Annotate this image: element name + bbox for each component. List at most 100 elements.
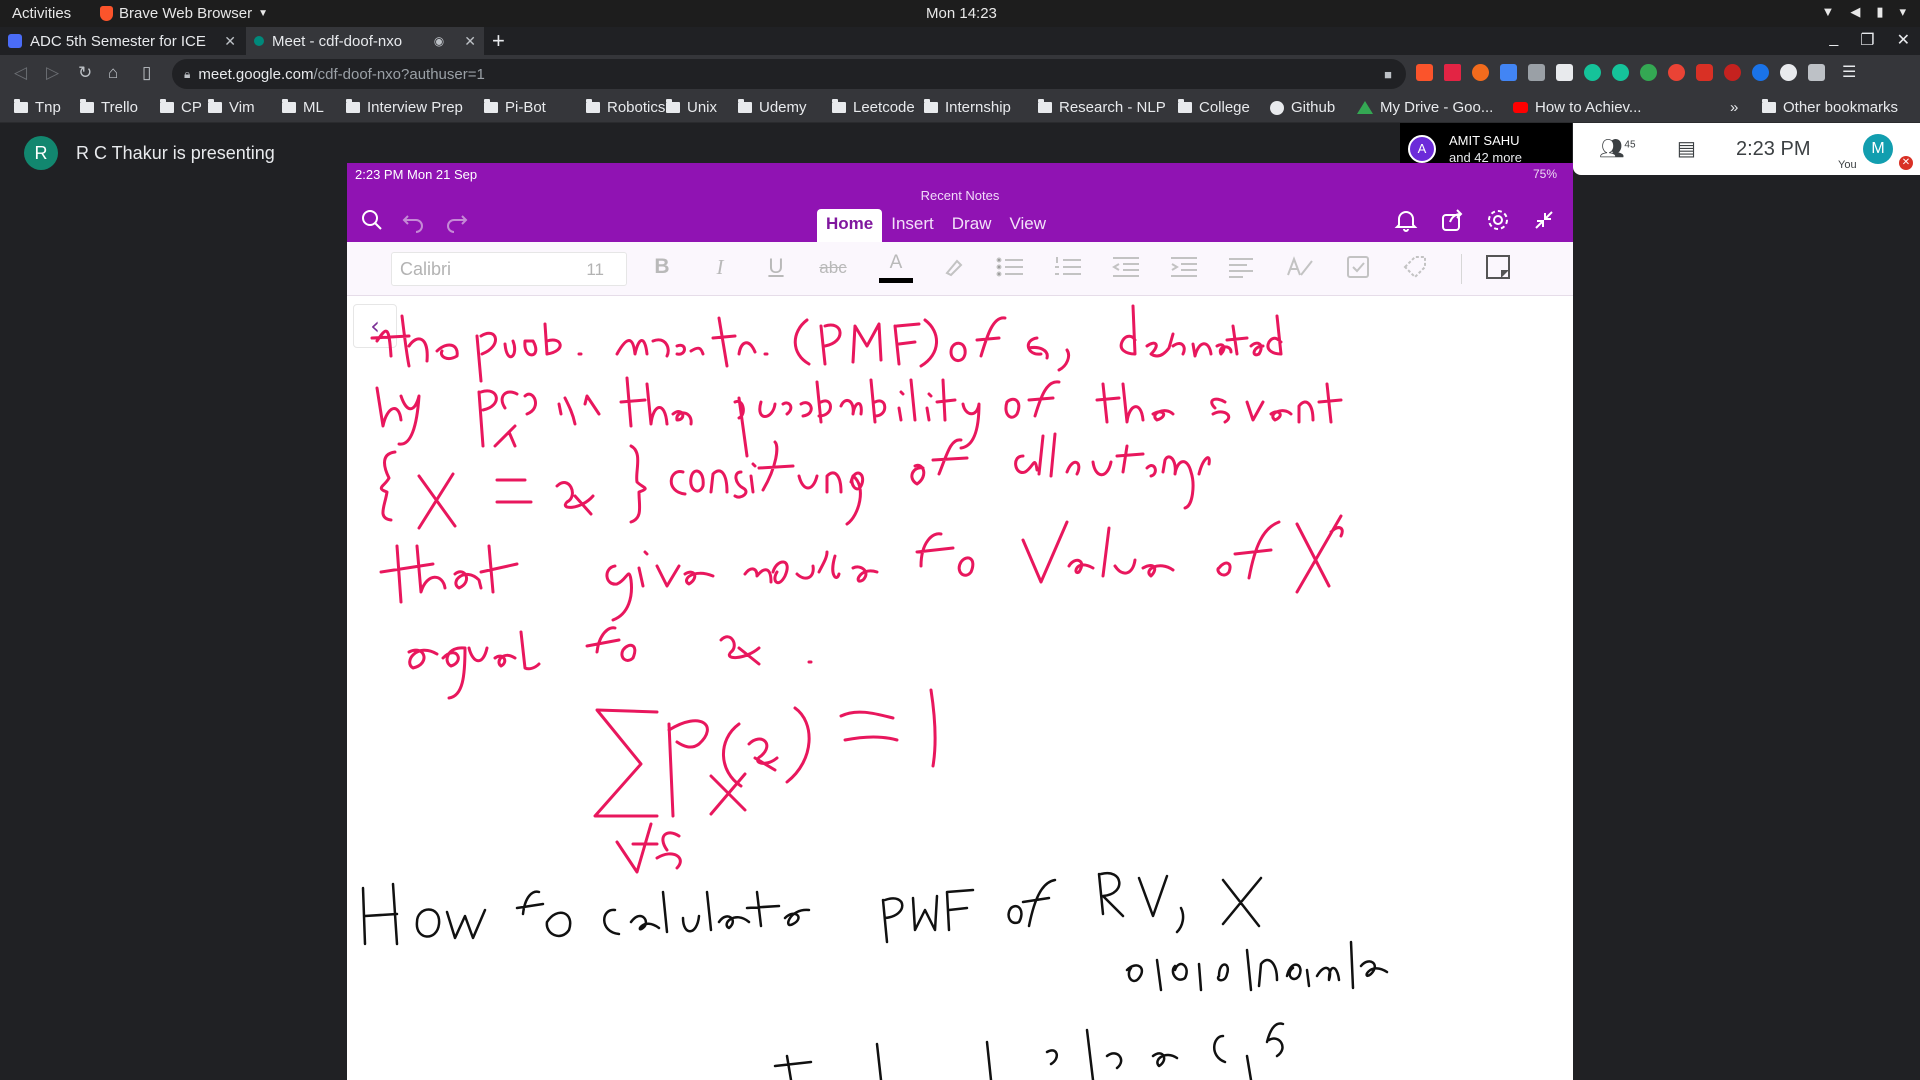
tab-home[interactable]: Home [817,209,883,242]
brave-shields-icon[interactable] [1416,64,1433,81]
close-tab-icon[interactable]: ✕ [464,33,476,50]
bookmark-item[interactable]: Tnp [14,99,61,116]
font-color-button[interactable]: A [881,252,911,274]
extension-icon[interactable] [1752,64,1769,81]
menu-icon[interactable]: ☰ [1842,64,1856,81]
redo-icon[interactable] [443,207,469,233]
grammarly-icon[interactable] [1612,64,1629,81]
browser-tab[interactable]: ADC 5th Semester for ICE y ✕ [0,27,244,55]
ink-sum-paren [722,706,811,788]
bookmark-item[interactable]: Unix [666,99,717,116]
lock-icon: 🔒︎ [184,66,191,81]
extension-icon[interactable] [1556,64,1573,81]
extension-icon[interactable] [1724,64,1741,81]
self-avatar[interactable]: M [1863,134,1893,164]
system-clock[interactable]: Mon 14:23 [926,5,997,22]
maximize-icon[interactable]: ❐ [1860,30,1874,50]
underline-button[interactable]: U [761,255,791,279]
outdent-icon[interactable] [1111,255,1141,279]
folder-icon [282,99,296,113]
brave-rewards-icon[interactable] [1444,64,1461,81]
people-button[interactable]: 👥︎45 [1599,136,1636,161]
folder-icon [1038,99,1052,113]
styles-icon[interactable] [1285,255,1315,279]
bookmark-icon[interactable]: ▯ [142,63,151,83]
chat-icon[interactable]: ▤ [1677,136,1696,161]
app-name: Brave Web Browser [119,5,253,22]
bookmark-item[interactable]: Github [1270,99,1335,116]
browser-tab-active[interactable]: Meet - cdf-doof-nxo ◉ ✕ [246,27,484,55]
extension-icon[interactable] [1640,64,1657,81]
close-window-icon[interactable]: ✕ [1897,30,1910,50]
sticky-note-icon[interactable] [1483,255,1513,279]
grammarly-icon[interactable] [1584,64,1601,81]
tag-icon[interactable] [1401,255,1431,279]
system-tray[interactable]: ▼ ◀ ▮ ▾ [1821,4,1906,20]
extension-icon[interactable] [1472,64,1489,81]
bookmark-item[interactable]: How to Achiev... [1513,99,1641,116]
bookmark-item[interactable]: CP [160,99,202,116]
extension-icon[interactable] [1780,64,1797,81]
onenote-ribbon: Recent Notes Home Insert Draw View [347,185,1573,242]
bookmark-item[interactable]: ML [282,99,324,116]
italic-button[interactable]: I [705,255,735,280]
minimize-icon[interactable]: _ [1829,30,1838,50]
undo-icon[interactable] [401,207,427,233]
recent-notes-title[interactable]: Recent Notes [347,188,1573,203]
home-icon[interactable]: ⌂ [108,63,118,83]
search-icon[interactable] [359,207,385,233]
strikethrough-button[interactable]: abc [813,258,853,278]
gear-icon[interactable] [1485,207,1511,233]
bookmark-item[interactable]: Research - NLP [1038,99,1166,116]
bookmark-item[interactable]: Interview Prep [346,99,463,116]
bookmark-item[interactable]: Leetcode [832,99,915,116]
numbered-list-icon[interactable] [1053,255,1083,279]
highlighter-icon[interactable] [937,255,967,279]
bookmark-item[interactable]: Pi-Bot [484,99,546,116]
tab-draw[interactable]: Draw [943,209,1001,242]
new-tab-button[interactable]: + [492,28,505,54]
extension-icon[interactable] [1668,64,1685,81]
bookmark-item[interactable]: Vim [208,99,255,116]
app-menu[interactable]: Brave Web Browser ▼ [100,5,268,22]
extension-icon[interactable] [1528,64,1545,81]
bell-icon[interactable] [1393,207,1419,233]
bookmark-label: My Drive - Goo... [1380,99,1494,116]
bookmark-item[interactable]: My Drive - Goo... [1357,99,1493,116]
bookmark-item[interactable]: College [1178,99,1250,116]
back-arrow-icon[interactable]: ◁ [14,63,27,83]
bookmark-item[interactable]: Internship [924,99,1011,116]
reload-icon[interactable]: ↻ [78,63,92,83]
bullet-list-icon[interactable] [995,255,1025,279]
bookmark-item[interactable]: Udemy [738,99,807,116]
url-path: /cdf-doof-nxo?authuser=1 [313,65,485,83]
align-icon[interactable] [1227,255,1257,279]
forward-arrow-icon[interactable]: ▷ [46,63,59,83]
tab-insert[interactable]: Insert [882,209,943,242]
font-picker[interactable]: Calibri 11 [391,252,627,286]
extension-icon[interactable] [1696,64,1713,81]
folder-icon [14,99,28,113]
bookmark-label: CP [181,99,202,116]
bookmarks-overflow-button[interactable]: » [1730,99,1738,116]
collapse-fullscreen-icon[interactable] [1531,207,1557,233]
font-size[interactable]: 11 [586,260,604,280]
bookmark-item[interactable]: Robotics [586,99,665,116]
close-tab-icon[interactable]: ✕ [224,33,236,50]
camera-in-use-icon[interactable]: ■ [1384,67,1392,82]
puzzle-extensions-icon[interactable] [1808,64,1825,81]
address-bar[interactable]: 🔒︎ meet.google.com/cdf-doof-nxo?authuser… [172,59,1406,89]
other-bookmarks[interactable]: Other bookmarks [1762,99,1898,116]
bold-button[interactable]: B [647,255,677,279]
bookmark-item[interactable]: Trello [80,99,138,116]
todo-checkbox-icon[interactable] [1343,255,1373,279]
tab-view[interactable]: View [1000,209,1055,242]
mic-muted-icon: ✕ [1899,156,1913,170]
share-icon[interactable] [1439,207,1465,233]
activities-button[interactable]: Activities [12,5,71,22]
recording-indicator-icon: ◉ [433,34,445,48]
indent-icon[interactable] [1169,255,1199,279]
translate-extension-icon[interactable] [1500,64,1517,81]
note-canvas[interactable]: ‹ [347,296,1573,1080]
presenter-avatar: R [24,136,58,170]
